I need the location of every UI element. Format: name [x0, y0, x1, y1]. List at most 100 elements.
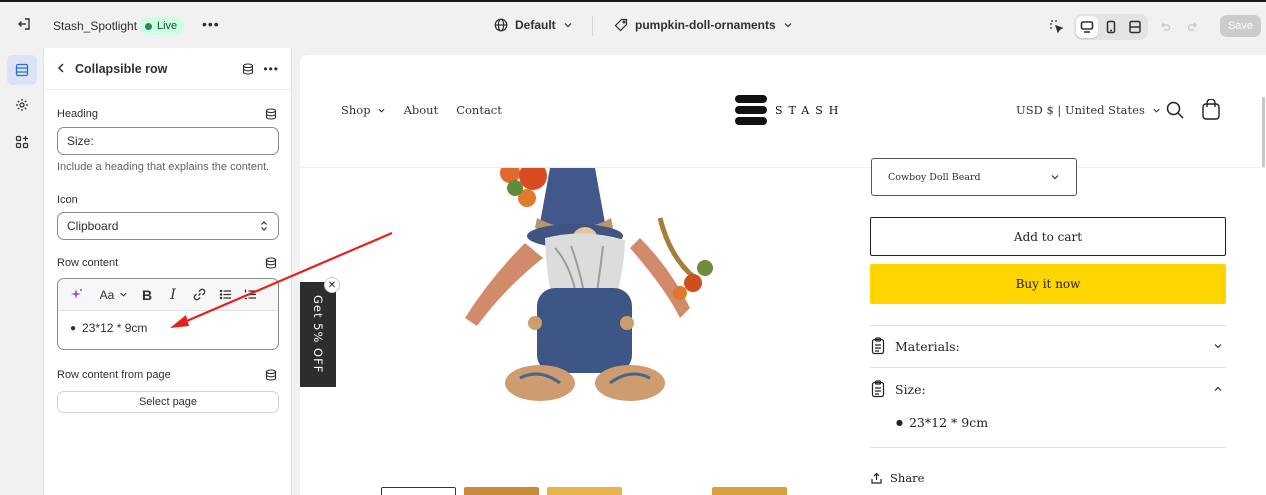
variant-value: Cowboy Doll Beard	[888, 171, 981, 183]
live-status-badge: Live	[139, 17, 185, 35]
accordion-size[interactable]: Size:	[871, 379, 1223, 399]
dynamic-source-icon[interactable]	[265, 369, 277, 381]
heading-help-text: Include a heading that explains the cont…	[57, 161, 270, 173]
product-thumbnail[interactable]	[547, 487, 622, 495]
divider	[870, 447, 1226, 448]
settings-gear-icon[interactable]	[7, 90, 37, 120]
share-label: Share	[890, 471, 925, 485]
mobile-view-icon[interactable]	[1100, 16, 1122, 38]
cart-bag-icon[interactable]	[1201, 99, 1221, 121]
toolbar-right	[1046, 14, 1204, 40]
redo-icon[interactable]	[1182, 16, 1204, 38]
more-options-icon[interactable]: •••	[263, 62, 279, 76]
panel-title: Collapsible row	[75, 61, 168, 76]
store-header: Shop About Contact STASH USD $ | United …	[300, 55, 1266, 168]
divider	[870, 325, 1226, 326]
rte-toolbar: Aa B I	[58, 279, 278, 311]
discount-popup-label: Get 5% OFF	[311, 295, 325, 374]
left-rail	[0, 48, 44, 495]
dynamic-source-icon[interactable]	[265, 108, 277, 120]
bold-icon[interactable]: B	[134, 283, 160, 307]
variant-select[interactable]: Cowboy Doll Beard	[871, 158, 1077, 196]
theme-selector[interactable]: Default	[494, 18, 573, 32]
back-chevron-icon[interactable]	[56, 61, 68, 77]
chevron-down-icon	[1051, 175, 1059, 180]
clipboard-icon	[871, 337, 885, 355]
chevron-down-icon	[377, 108, 385, 113]
settings-panel: Collapsible row ••• Heading Size: Includ…	[44, 48, 292, 495]
discount-popup-tab[interactable]: Get 5% OFF	[300, 282, 336, 387]
link-icon[interactable]	[186, 283, 212, 307]
product-thumbnail[interactable]	[381, 487, 456, 495]
nav-item-contact[interactable]: Contact	[456, 103, 502, 117]
bullet-icon: ●	[896, 418, 903, 427]
inspector-icon[interactable]	[1046, 16, 1068, 38]
buy-it-now-button[interactable]: Buy it now	[870, 264, 1226, 304]
row-content-editor[interactable]: Aa B I ● 23*12 * 9cm	[57, 278, 279, 350]
undo-icon[interactable]	[1154, 16, 1176, 38]
theme-name: Default	[515, 18, 556, 32]
fullscreen-view-icon[interactable]	[1124, 16, 1146, 38]
more-options-icon[interactable]: •••	[202, 16, 220, 32]
row-content-from-page-label: Row content from page	[57, 369, 171, 381]
accordion-materials[interactable]: Materials:	[871, 336, 1223, 356]
chevron-down-icon	[784, 23, 792, 28]
rte-content[interactable]: ● 23*12 * 9cm	[58, 311, 278, 345]
device-toggle-group	[1074, 14, 1148, 40]
divider	[870, 367, 1226, 368]
panel-actions: •••	[242, 62, 279, 76]
nav-item-shop[interactable]: Shop	[341, 103, 386, 117]
italic-icon[interactable]: I	[160, 283, 186, 307]
logo-text: STASH	[775, 103, 845, 117]
sections-icon[interactable]	[7, 55, 37, 85]
save-button[interactable]: Save	[1220, 15, 1261, 37]
heading-input[interactable]: Size:	[57, 127, 279, 155]
icon-select[interactable]: Clipboard	[57, 212, 279, 240]
icon-label: Icon	[57, 194, 78, 206]
store-preview: Shop About Contact STASH USD $ | United …	[300, 55, 1266, 495]
heading-label: Heading	[57, 108, 98, 120]
bullet-icon: ●	[70, 322, 77, 334]
preview-scrollbar[interactable]	[1262, 97, 1265, 167]
panel-header: Collapsible row •••	[44, 48, 291, 90]
divider	[592, 16, 593, 36]
store-name: Stash_Spotlight	[53, 19, 138, 33]
add-to-cart-button[interactable]: Add to cart	[870, 217, 1226, 256]
size-item: 23*12 * 9cm	[908, 415, 989, 430]
page-selector[interactable]: pumpkin-doll-ornaments	[614, 18, 793, 32]
page-name: pumpkin-doll-ornaments	[635, 18, 776, 32]
icon-select-value: Clipboard	[67, 219, 119, 233]
select-arrows-icon	[261, 221, 267, 231]
store-logo[interactable]: STASH	[735, 95, 844, 125]
product-thumbnail[interactable]	[464, 487, 539, 495]
dynamic-source-icon[interactable]	[265, 257, 277, 269]
row-content-item: 23*12 * 9cm	[82, 321, 148, 335]
locale-selector[interactable]: USD $ | United States	[1016, 103, 1161, 117]
app-blocks-icon[interactable]	[7, 127, 37, 157]
bullet-list-icon[interactable]	[212, 283, 238, 307]
search-icon[interactable]	[1165, 100, 1185, 120]
product-thumbnail[interactable]	[712, 487, 787, 495]
font-style-dropdown[interactable]: Aa	[94, 283, 134, 307]
exit-icon[interactable]	[16, 16, 32, 32]
chevron-down-icon	[1214, 344, 1222, 349]
row-content-label: Row content	[57, 257, 119, 269]
globe-icon	[494, 18, 508, 32]
stash-logo-mark-icon	[735, 95, 767, 125]
tag-icon	[614, 18, 628, 32]
clipboard-icon	[871, 380, 885, 398]
desktop-view-icon[interactable]	[1076, 16, 1098, 38]
nav-item-about[interactable]: About	[404, 103, 439, 117]
dynamic-source-icon[interactable]	[242, 62, 254, 75]
nav-item-label: Shop	[341, 103, 371, 117]
share-icon	[871, 472, 882, 484]
share-button[interactable]: Share	[871, 471, 924, 485]
live-status-label: Live	[157, 20, 178, 32]
numbered-list-icon[interactable]	[238, 283, 262, 307]
ai-sparkle-icon[interactable]	[64, 283, 88, 307]
live-dot-icon	[145, 22, 152, 30]
close-icon[interactable]: ✕	[324, 277, 340, 293]
select-page-button[interactable]: Select page	[57, 391, 279, 413]
theme-editor: Stash_Spotlight Live ••• Default pumpkin…	[0, 0, 1266, 495]
chevron-up-icon	[1214, 386, 1222, 391]
